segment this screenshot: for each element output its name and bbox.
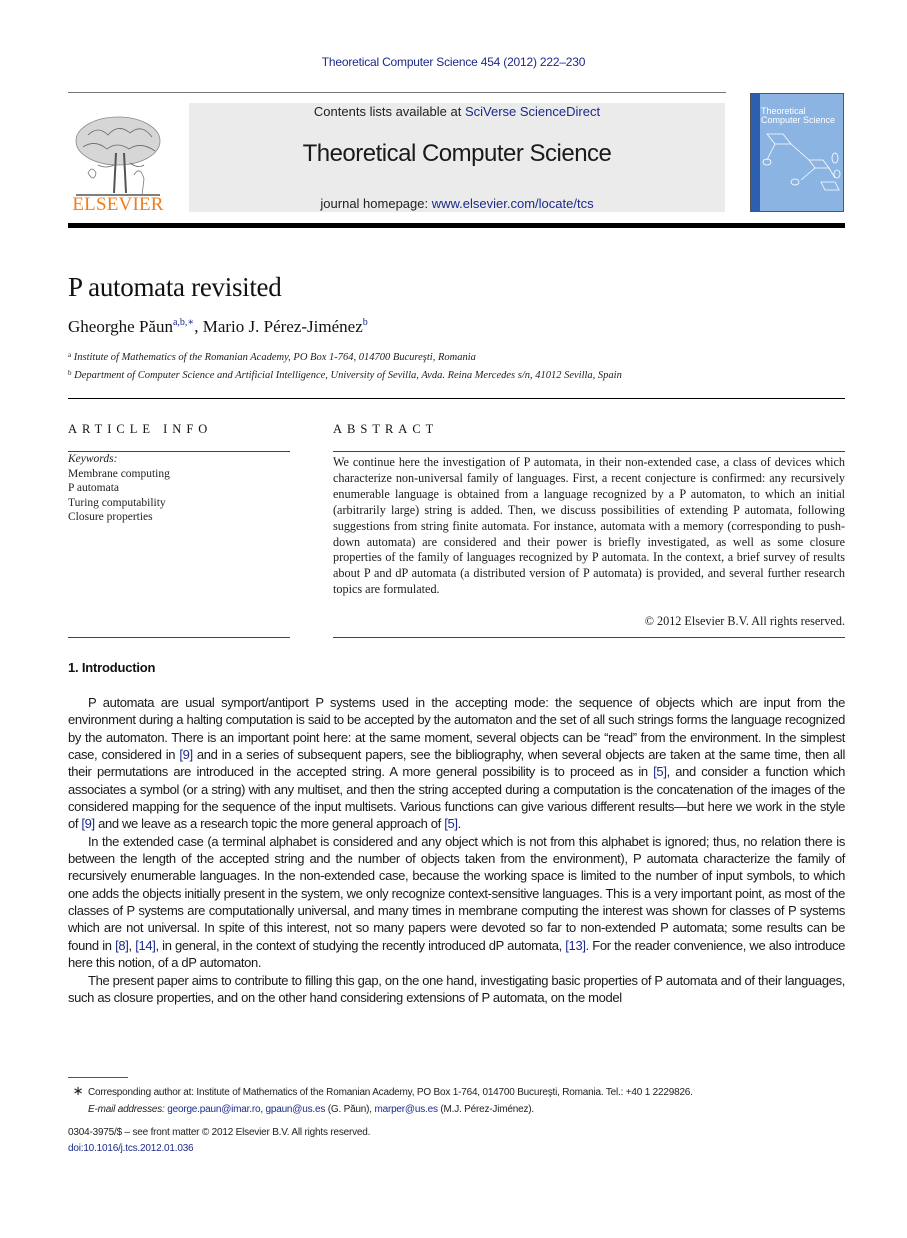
intro-text-run: . xyxy=(457,816,462,832)
affiliation: a Institute of Mathematics of the Romani… xyxy=(68,351,476,363)
email-label: E-mail addresses: xyxy=(88,1104,165,1115)
author-affiliation-marks[interactable]: a,b,∗ xyxy=(173,317,194,328)
masthead-thick-rule xyxy=(68,223,845,228)
author-name[interactable]: Gheorghe Păun xyxy=(68,317,173,336)
email-link[interactable]: george.paun@imar.ro xyxy=(167,1104,260,1115)
citation-link[interactable]: [13] xyxy=(565,938,586,953)
intro-paragraph: P automata are usual symport/antiport P … xyxy=(68,694,845,833)
keywords-list: Keywords: Membrane computing P automata … xyxy=(68,452,170,525)
abstract-heading: ABSTRACT xyxy=(333,422,439,436)
cover-spine xyxy=(751,94,760,211)
issn-doi-block: 0304-3975/$ – see front matter © 2012 El… xyxy=(68,1125,370,1157)
citation-link[interactable]: [5] xyxy=(653,764,667,779)
abstract-text: We continue here the investigation of P … xyxy=(333,455,845,597)
intro-text-run: and we leave as a research topic the mor… xyxy=(94,816,445,832)
email-owner: (G. Păun), xyxy=(325,1104,375,1115)
keyword-item: Closure properties xyxy=(68,511,153,523)
email-link[interactable]: marper@us.es xyxy=(374,1104,438,1115)
doi-link[interactable]: doi:10.1016/j.tcs.2012.01.036 xyxy=(68,1143,194,1154)
citation-link[interactable]: [9] xyxy=(179,747,193,762)
affiliation: b Department of Computer Science and Art… xyxy=(68,369,622,381)
contents-availability-line: Contents lists available at SciVerse Sci… xyxy=(189,104,725,119)
journal-homepage-link[interactable]: www.elsevier.com/locate/tcs xyxy=(432,196,594,211)
elsevier-wordmark[interactable]: ELSEVIER xyxy=(68,194,168,216)
sciencedirect-link[interactable]: SciVerse ScienceDirect xyxy=(465,104,600,119)
cover-diagram-icon xyxy=(762,133,841,191)
email-link[interactable]: gpaun@us.es xyxy=(265,1104,325,1115)
cover-title: Theoretical Computer Science xyxy=(761,107,835,125)
masthead-top-rule xyxy=(68,92,726,93)
intro-text-run: In the extended case (a terminal alphabe… xyxy=(68,833,845,953)
keyword-item: P automata xyxy=(68,482,119,494)
contents-prefix: Contents lists available at xyxy=(313,104,465,119)
email-line: E-mail addresses: george.paun@imar.ro, g… xyxy=(68,1101,845,1118)
email-owner: (M.J. Pérez-Jiménez). xyxy=(437,1104,534,1115)
citation-link[interactable]: [9] xyxy=(81,816,95,831)
citation-link[interactable]: [14] xyxy=(135,938,156,953)
keyword-item: Membrane computing xyxy=(68,467,170,480)
article-info-divider xyxy=(68,637,290,638)
journal-name: Theoretical Computer Science xyxy=(302,140,612,167)
author-name[interactable]: Mario J. Pérez-Jiménez xyxy=(203,317,363,336)
running-head[interactable]: Theoretical Computer Science 454 (2012) … xyxy=(0,55,907,69)
intro-paragraph: The present paper aims to contribute to … xyxy=(68,972,845,1007)
intro-text-run: The present paper aims to contribute to … xyxy=(68,972,845,1005)
author-affiliation-marks[interactable]: b xyxy=(363,317,368,328)
affiliation-text: Institute of Mathematics of the Romanian… xyxy=(73,352,476,363)
author-list: Gheorghe Păuna,b,∗, Mario J. Pérez-Jimén… xyxy=(68,317,368,337)
affiliation-text: Department of Computer Science and Artif… xyxy=(74,370,622,381)
abstract-divider xyxy=(333,637,845,638)
citation-link[interactable]: [8] xyxy=(115,938,129,953)
section-heading-introduction: 1. Introduction xyxy=(68,660,156,675)
footnote-divider xyxy=(68,1077,128,1078)
homepage-prefix: journal homepage: xyxy=(320,196,432,211)
introduction-body: P automata are usual symport/antiport P … xyxy=(68,694,845,1006)
footnote-star-icon: ∗ xyxy=(72,1083,84,1098)
journal-cover-image[interactable]: Theoretical Computer Science xyxy=(750,93,844,212)
citation-link[interactable]: [5] xyxy=(444,816,458,831)
corresponding-author-footnote: ∗ Corresponding author at: Institute of M… xyxy=(68,1082,845,1118)
affiliation-divider xyxy=(68,398,845,399)
keywords-label: Keywords: xyxy=(68,453,118,465)
issn-line: 0304-3975/$ – see front matter © 2012 El… xyxy=(68,1127,371,1138)
corresponding-author-text: Corresponding author at: Institute of Ma… xyxy=(88,1087,693,1098)
intro-text-run: , in general, in the context of studying… xyxy=(155,937,566,953)
keyword-item: Turing computability xyxy=(68,496,166,509)
article-info-heading: ARTICLE INFO xyxy=(68,422,213,436)
journal-homepage-line: journal homepage: www.elsevier.com/locat… xyxy=(189,196,725,211)
affiliation-mark: a xyxy=(68,351,72,359)
cover-title-line: Computer Science xyxy=(761,115,836,125)
author-separator: , xyxy=(194,317,203,336)
abstract-copyright: © 2012 Elsevier B.V. All rights reserved… xyxy=(644,614,845,628)
affiliation-mark: b xyxy=(68,369,72,377)
intro-paragraph: In the extended case (a terminal alphabe… xyxy=(68,833,845,972)
abstract-divider xyxy=(333,451,845,452)
article-title: P automata revisited xyxy=(68,272,282,302)
